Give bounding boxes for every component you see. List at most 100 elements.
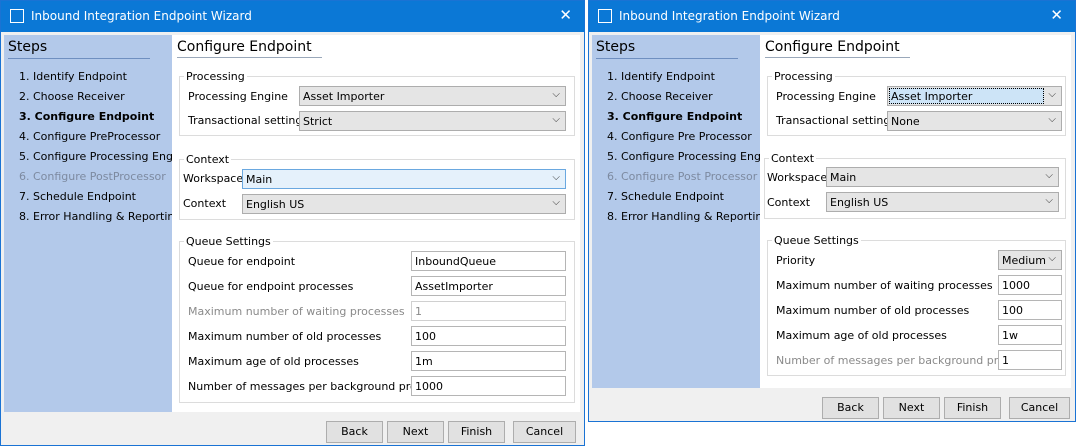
- priority-value: Medium: [1002, 254, 1046, 267]
- step-configure-processing-engine: 5. Configure Processing Engine: [19, 150, 190, 163]
- workspace-label: Workspace: [183, 172, 244, 185]
- processing-engine-select[interactable]: Asset Importer ⌵: [887, 86, 1062, 106]
- messages-value: 1: [1002, 354, 1009, 367]
- chevron-down-icon: ⌵: [552, 114, 560, 125]
- step-configure-preprocessor: 4. Configure PreProcessor: [19, 130, 161, 143]
- step-configure-processing-engine: 5. Configure Processing Engine: [607, 150, 778, 163]
- close-icon[interactable]: ✕: [1050, 6, 1063, 24]
- transactional-settings-label: Transactional settings: [188, 114, 309, 127]
- max-waiting-field[interactable]: 1000: [998, 275, 1062, 295]
- queue-endpoint-field[interactable]: InboundQueue: [411, 251, 566, 271]
- messages-value: 1000: [415, 380, 443, 393]
- max-old-field[interactable]: 100: [411, 326, 566, 346]
- context-value: English US: [830, 196, 889, 209]
- step-identify-endpoint: 1. Identify Endpoint: [19, 70, 127, 83]
- window-icon: [10, 9, 24, 23]
- title-bar[interactable]: Inbound Integration Endpoint Wizard ✕: [589, 1, 1075, 32]
- context-legend: Context: [769, 152, 817, 165]
- next-button[interactable]: Next: [387, 421, 444, 443]
- max-waiting-label: Maximum number of waiting processes: [776, 279, 993, 292]
- finish-button[interactable]: Finish: [448, 421, 505, 443]
- processing-engine-label: Processing Engine: [776, 90, 876, 103]
- max-waiting-value: 1: [415, 305, 422, 318]
- chevron-down-icon: ⌵: [1045, 195, 1053, 206]
- steps-panel: Steps 1. Identify Endpoint 2. Choose Rec…: [592, 35, 778, 388]
- chevron-down-icon: ⌵: [552, 89, 560, 100]
- max-waiting-value: 1000: [1002, 279, 1030, 292]
- queue-settings-legend: Queue Settings: [772, 234, 861, 247]
- context-group: Context Workspace Main ⌵ Context English…: [764, 152, 1066, 219]
- title-divider: [177, 57, 322, 58]
- queue-processes-field[interactable]: AssetImporter: [411, 276, 566, 296]
- steps-title: Steps: [8, 39, 48, 55]
- processing-group: Processing Processing Engine Asset Impor…: [179, 70, 575, 136]
- steps-title: Steps: [596, 39, 636, 55]
- step-configure-endpoint: 3. Configure Endpoint: [19, 110, 155, 123]
- wizard-window-1: Inbound Integration Endpoint Wizard ✕ St…: [0, 0, 585, 446]
- context-legend: Context: [184, 153, 232, 166]
- context-select[interactable]: English US ⌵: [242, 194, 566, 214]
- window-title: Inbound Integration Endpoint Wizard: [31, 9, 252, 23]
- transactional-settings-select[interactable]: None ⌵: [887, 111, 1062, 131]
- queue-settings-group: Queue Settings Queue for endpoint Inboun…: [179, 235, 575, 403]
- back-button[interactable]: Back: [326, 421, 383, 443]
- max-old-field[interactable]: 100: [998, 300, 1062, 320]
- max-old-label: Maximum number of old processes: [188, 330, 382, 343]
- messages-field[interactable]: 1000: [411, 376, 566, 396]
- page-title: Configure Endpoint: [765, 39, 900, 55]
- wizard-window-2: Inbound Integration Endpoint Wizard ✕ St…: [588, 0, 1076, 422]
- context-group: Context Workspace Main ⌵ Context English…: [179, 153, 575, 220]
- back-button[interactable]: Back: [822, 397, 879, 419]
- processing-legend: Processing: [772, 70, 835, 83]
- processing-engine-select[interactable]: Asset Importer ⌵: [299, 86, 566, 106]
- title-bar[interactable]: Inbound Integration Endpoint Wizard ✕: [1, 1, 584, 32]
- max-age-value: 1m: [415, 355, 433, 368]
- title-divider: [765, 57, 910, 58]
- workspace-select[interactable]: Main ⌵: [826, 167, 1059, 187]
- content-panel: Configure Endpoint Processing Processing…: [760, 35, 1071, 388]
- chevron-down-icon: ⌵: [1048, 89, 1056, 100]
- processing-group: Processing Processing Engine Asset Impor…: [767, 70, 1066, 136]
- cancel-button[interactable]: Cancel: [513, 421, 576, 443]
- next-button[interactable]: Next: [883, 397, 940, 419]
- queue-endpoint-label: Queue for endpoint: [188, 255, 296, 268]
- max-age-value: 1w: [1002, 329, 1018, 342]
- messages-field[interactable]: 1: [998, 350, 1062, 370]
- messages-label: Number of messages per background proces…: [188, 380, 442, 393]
- context-label: Context: [183, 197, 227, 210]
- processing-legend: Processing: [184, 70, 247, 83]
- page-title: Configure Endpoint: [177, 39, 312, 55]
- queue-settings-group: Queue Settings Priority Medium ⌵ Maximum…: [767, 234, 1066, 376]
- queue-settings-legend: Queue Settings: [184, 235, 273, 248]
- max-age-label: Maximum age of old processes: [776, 329, 947, 342]
- cancel-button[interactable]: Cancel: [1009, 397, 1070, 419]
- close-icon[interactable]: ✕: [559, 6, 572, 24]
- window-icon: [598, 9, 612, 23]
- window-title: Inbound Integration Endpoint Wizard: [619, 9, 840, 23]
- max-age-field[interactable]: 1w: [998, 325, 1062, 345]
- step-choose-receiver: 2. Choose Receiver: [607, 90, 713, 103]
- chevron-down-icon: ⌵: [1045, 170, 1053, 181]
- steps-panel: Steps 1. Identify Endpoint 2. Choose Rec…: [4, 35, 190, 412]
- context-value: English US: [246, 198, 305, 211]
- workspace-label: Workspace: [767, 171, 828, 184]
- step-choose-receiver: 2. Choose Receiver: [19, 90, 125, 103]
- step-configure-endpoint: 3. Configure Endpoint: [607, 110, 743, 123]
- step-error-handling: 8. Error Handling & Reporting: [19, 210, 182, 223]
- transactional-settings-select[interactable]: Strict ⌵: [299, 111, 566, 131]
- workspace-select[interactable]: Main ⌵: [242, 169, 566, 189]
- transactional-settings-value: Strict: [303, 115, 333, 128]
- context-select[interactable]: English US ⌵: [826, 192, 1059, 212]
- chevron-down-icon: ⌵: [552, 197, 560, 208]
- processing-engine-value: Asset Importer: [303, 90, 385, 103]
- queue-processes-label: Queue for endpoint processes: [188, 280, 354, 293]
- max-age-field[interactable]: 1m: [411, 351, 566, 371]
- step-configure-preprocessor: 4. Configure Pre Processor: [607, 130, 752, 143]
- priority-select[interactable]: Medium ⌵: [998, 250, 1062, 270]
- max-waiting-label: Maximum number of waiting processes: [188, 305, 405, 318]
- max-old-label: Maximum number of old processes: [776, 304, 970, 317]
- max-old-value: 100: [415, 330, 436, 343]
- finish-button[interactable]: Finish: [944, 397, 1001, 419]
- messages-label: Number of messages per background proces…: [776, 354, 1030, 367]
- queue-endpoint-value: InboundQueue: [415, 255, 496, 268]
